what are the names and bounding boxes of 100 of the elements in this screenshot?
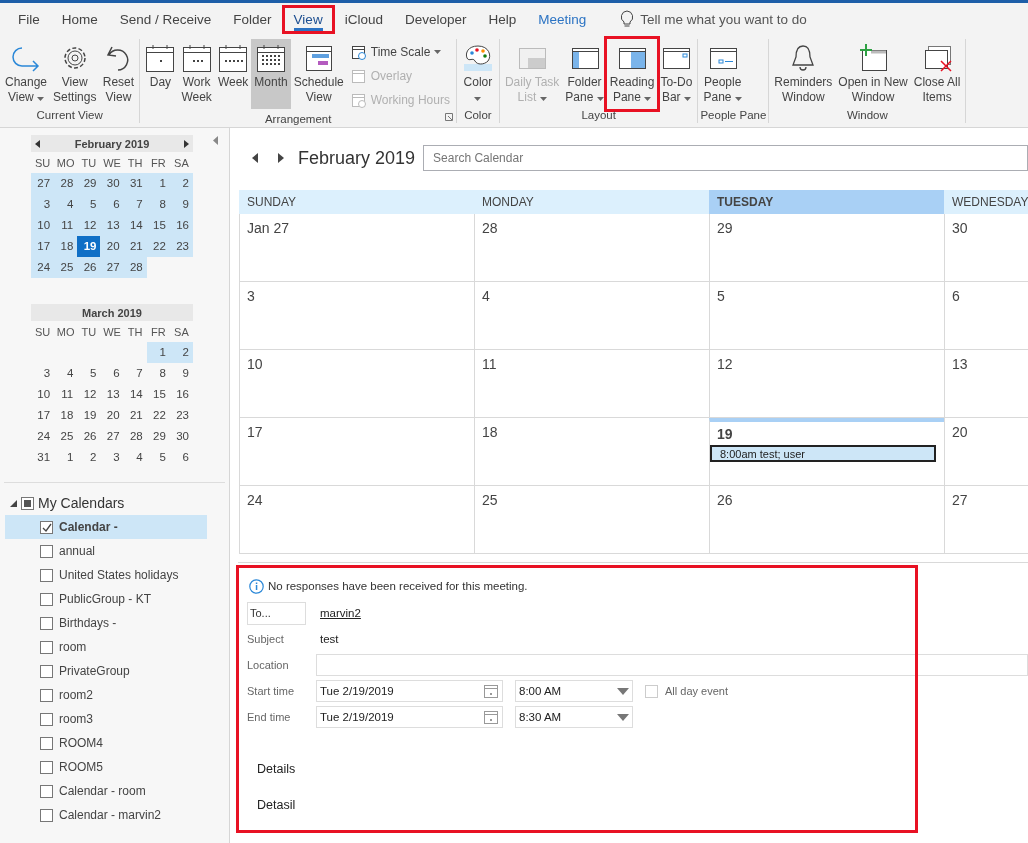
checkbox[interactable] bbox=[40, 520, 53, 534]
mini-calendar-day[interactable]: 14 bbox=[123, 215, 147, 236]
mini-calendar-day[interactable]: 23 bbox=[169, 236, 193, 257]
day-cell[interactable]: 11 bbox=[474, 350, 709, 418]
ribbon-tab[interactable]: Home bbox=[51, 6, 108, 32]
mini-calendar-day[interactable]: 26 bbox=[77, 426, 101, 447]
mini-calendar-day[interactable]: 2 bbox=[77, 447, 101, 468]
calendar-item[interactable]: ROOM5 bbox=[5, 755, 207, 779]
mini-calendar-day[interactable]: 20 bbox=[100, 405, 124, 426]
checkbox[interactable] bbox=[40, 712, 53, 726]
to-button[interactable]: To... bbox=[247, 601, 306, 625]
day-cell[interactable]: 30 bbox=[944, 214, 1028, 282]
calendar-item[interactable]: Calendar - bbox=[5, 515, 207, 539]
mini-calendar-day[interactable]: 26 bbox=[77, 257, 101, 278]
mini-calendar-day[interactable]: 22 bbox=[146, 236, 170, 257]
mini-calendar-day[interactable]: 17 bbox=[31, 405, 55, 426]
mini-calendar-day[interactable]: 3 bbox=[100, 447, 124, 468]
checkbox[interactable] bbox=[40, 736, 53, 750]
mini-calendar-day[interactable]: 21 bbox=[123, 236, 147, 257]
mini-calendar-day[interactable]: 16 bbox=[169, 384, 193, 405]
day-cell[interactable]: 17 bbox=[239, 418, 474, 486]
ribbon-button[interactable]: View Settings bbox=[50, 39, 100, 109]
dropdown-arrow-icon[interactable] bbox=[617, 687, 629, 695]
day-cell[interactable]: 25 bbox=[474, 486, 709, 554]
mini-calendar-day[interactable]: 12 bbox=[77, 215, 101, 236]
mini-calendar-day[interactable]: 8 bbox=[146, 194, 170, 215]
mini-calendar-day[interactable]: 6 bbox=[169, 447, 193, 468]
mini-calendar-day[interactable]: 30 bbox=[169, 426, 193, 447]
calendar-item[interactable]: Birthdays - bbox=[5, 611, 207, 635]
mini-calendar-day[interactable]: 25 bbox=[54, 257, 78, 278]
mini-calendar-day[interactable]: 2 bbox=[169, 342, 193, 363]
mini-calendar-day[interactable]: 3 bbox=[31, 363, 55, 384]
mini-calendar-day[interactable]: 31 bbox=[31, 447, 55, 468]
day-cell[interactable]: 12 bbox=[709, 350, 944, 418]
checkbox[interactable] bbox=[40, 592, 53, 606]
mini-calendar-day[interactable]: 1 bbox=[54, 447, 78, 468]
mini-calendar-day[interactable]: 10 bbox=[31, 384, 55, 405]
day-cell[interactable]: 3 bbox=[239, 282, 474, 350]
mini-calendar-day[interactable]: 14 bbox=[123, 384, 147, 405]
checkbox[interactable] bbox=[40, 568, 53, 582]
mini-calendar-day[interactable]: 22 bbox=[146, 405, 170, 426]
mini-calendar-day[interactable]: 2 bbox=[169, 173, 193, 194]
checkbox[interactable] bbox=[40, 640, 53, 654]
ribbon-button[interactable]: Work Week bbox=[178, 39, 215, 109]
mini-calendar-day[interactable]: 10 bbox=[31, 215, 55, 236]
ribbon-tab[interactable]: Folder bbox=[223, 6, 282, 32]
checkbox[interactable] bbox=[40, 616, 53, 630]
mini-calendar-day[interactable]: 4 bbox=[123, 447, 147, 468]
ribbon-button[interactable]: Open in New Window bbox=[835, 39, 911, 109]
calendar-item[interactable]: room bbox=[5, 635, 207, 659]
collapse-icon[interactable] bbox=[213, 136, 219, 145]
mini-calendar-day[interactable]: 7 bbox=[123, 363, 147, 384]
day-cell[interactable]: Jan 27 bbox=[239, 214, 474, 282]
next-icon[interactable] bbox=[184, 139, 189, 148]
ribbon-tab[interactable]: Help bbox=[478, 6, 527, 32]
day-cell[interactable]: 24 bbox=[239, 486, 474, 554]
tell-me-field[interactable]: Tell me what you want to do bbox=[640, 11, 807, 27]
mini-calendar-day[interactable]: 16 bbox=[169, 215, 193, 236]
day-cell[interactable]: 18 bbox=[474, 418, 709, 486]
date-field[interactable]: Tue 2/19/2019 bbox=[316, 706, 503, 728]
calendar-item[interactable]: Calendar - marvin2 bbox=[5, 803, 207, 827]
ribbon-tab[interactable]: Developer bbox=[394, 6, 477, 32]
mini-calendar-day[interactable]: 19 bbox=[77, 405, 101, 426]
checkbox[interactable] bbox=[40, 760, 53, 774]
ribbon-tab[interactable]: Send / Receive bbox=[109, 6, 222, 32]
mini-calendar-day[interactable]: 18 bbox=[54, 405, 78, 426]
mini-calendar-day[interactable]: 29 bbox=[146, 426, 170, 447]
calendar-item[interactable]: room2 bbox=[5, 683, 207, 707]
day-cell[interactable]: 13 bbox=[944, 350, 1028, 418]
calendar-icon[interactable] bbox=[483, 709, 499, 725]
mini-calendar-day[interactable]: 11 bbox=[54, 384, 78, 405]
checkbox[interactable] bbox=[40, 664, 53, 678]
checkbox[interactable] bbox=[40, 544, 53, 558]
day-cell[interactable]: 4 bbox=[474, 282, 709, 350]
calendar-item[interactable]: room3 bbox=[5, 707, 207, 731]
mini-calendar-day[interactable]: 30 bbox=[100, 173, 124, 194]
mini-calendar-day[interactable]: 15 bbox=[146, 215, 170, 236]
ribbon-button[interactable]: People Pane bbox=[700, 39, 745, 109]
mini-calendar-day[interactable]: 5 bbox=[77, 363, 101, 384]
ribbon-button[interactable]: Month bbox=[251, 39, 291, 109]
ribbon-button[interactable]: Schedule View bbox=[290, 39, 347, 109]
mini-calendar-day[interactable]: 28 bbox=[54, 173, 78, 194]
ribbon-button[interactable]: Change View bbox=[2, 39, 51, 109]
day-cell[interactable]: 10 bbox=[239, 350, 474, 418]
mini-calendar-day[interactable]: 5 bbox=[146, 447, 170, 468]
ribbon-tab[interactable]: Meeting bbox=[528, 6, 597, 32]
day-cell[interactable]: 5 bbox=[709, 282, 944, 350]
dialog-launcher-icon[interactable] bbox=[444, 113, 453, 121]
checkbox[interactable] bbox=[40, 808, 53, 822]
calendar-item[interactable]: ROOM4 bbox=[5, 731, 207, 755]
day-cell[interactable]: 28 bbox=[474, 214, 709, 282]
day-cell[interactable]: 20 bbox=[944, 418, 1028, 486]
mini-calendar-day[interactable]: 27 bbox=[31, 173, 55, 194]
ribbon-tab[interactable]: File bbox=[8, 6, 50, 32]
time-field[interactable]: 8:30 AM bbox=[515, 706, 633, 728]
mini-calendar-day[interactable]: 11 bbox=[54, 215, 78, 236]
mini-calendar-day[interactable]: 18 bbox=[54, 236, 78, 257]
calendar-item[interactable]: Calendar - room bbox=[5, 779, 207, 803]
location-field[interactable] bbox=[316, 654, 1028, 676]
mini-calendar-day[interactable]: 1 bbox=[146, 173, 170, 194]
